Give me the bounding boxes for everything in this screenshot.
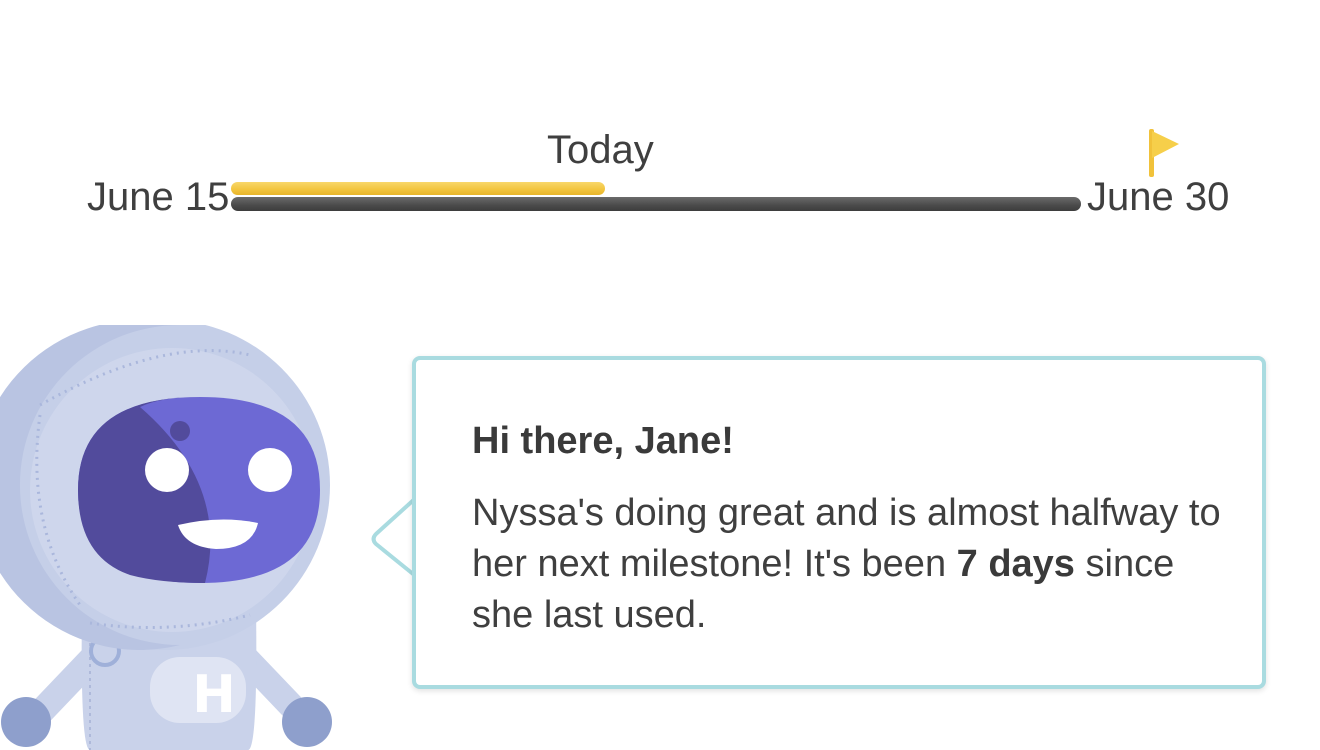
- chest-badge-letter: H: [192, 665, 236, 725]
- greeting-heading: Hi there, Jane!: [472, 420, 734, 462]
- timeline-track: [231, 197, 1081, 211]
- days-since-highlight: 7 days: [956, 543, 1075, 585]
- astronaut-mascot-icon: H: [0, 325, 332, 750]
- speech-bubble: Hi there, Jane! Nyssa's doing great and …: [412, 356, 1266, 689]
- progress-message: Nyssa's doing great and is almost halfwa…: [472, 488, 1232, 641]
- milestone-screen: Today June 15 June 30 H Hi there, Jane! …: [0, 0, 1320, 750]
- milestone-timeline: Today June 15 June 30: [0, 0, 1320, 260]
- end-date-label: June 30: [1087, 175, 1230, 219]
- today-label: Today: [547, 128, 654, 172]
- flag-icon: [1149, 129, 1179, 177]
- start-date-label: June 15: [87, 175, 230, 219]
- timeline-progress-bar: [231, 182, 605, 195]
